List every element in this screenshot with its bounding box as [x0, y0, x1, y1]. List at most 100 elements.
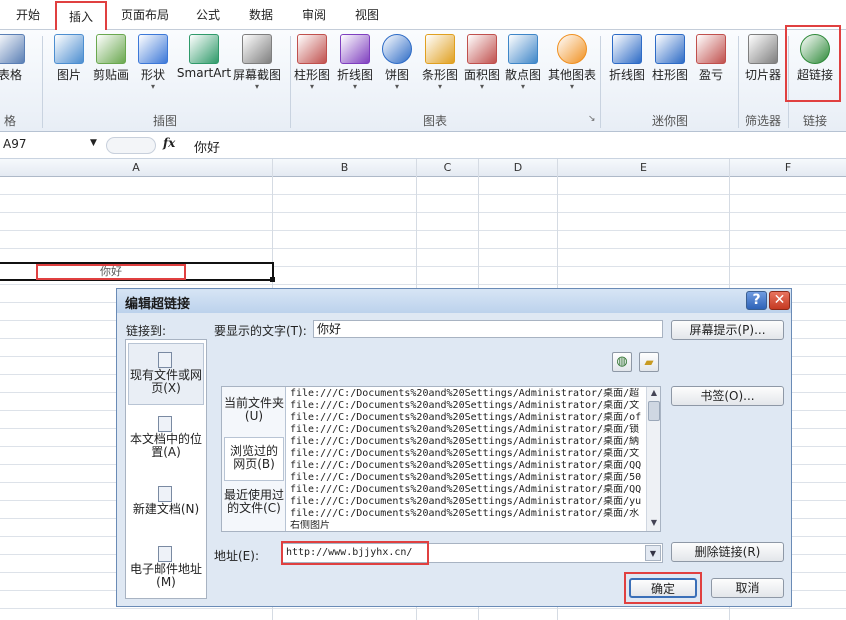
- new-document-icon: [158, 486, 172, 502]
- ribbon-button-line-chart[interactable]: 折线图 ▾: [334, 34, 376, 104]
- name-box[interactable]: A97: [0, 136, 102, 155]
- file-list-item[interactable]: 右侧图片: [290, 520, 644, 532]
- document-icon: [158, 416, 172, 432]
- file-list-item[interactable]: file:///C:/Documents%20and%20Settings/Ad…: [290, 508, 644, 520]
- nav-email-address[interactable]: 电子邮件地址(M): [128, 546, 204, 589]
- ribbon-button-smartart[interactable]: SmartArt: [174, 34, 234, 104]
- group-separator: [290, 36, 291, 128]
- ribbon-button-label: 剪贴画: [92, 68, 129, 82]
- ribbon-button-label: 柱形图: [293, 68, 330, 82]
- file-list-item[interactable]: file:///C:/Documents%20and%20Settings/Ad…: [290, 424, 644, 436]
- ribbon-button-pie-chart[interactable]: 饼图 ▾: [380, 34, 414, 104]
- file-list-scrollbar[interactable]: ▲ ▼: [646, 387, 660, 531]
- group-label-sparklines: 迷你图: [651, 114, 688, 128]
- tab-view[interactable]: 视图: [344, 0, 390, 30]
- formula-bar-resize-handle[interactable]: [106, 137, 156, 154]
- file-list-item[interactable]: file:///C:/Documents%20and%20Settings/Ad…: [290, 436, 644, 448]
- scroll-down-icon[interactable]: ▼: [647, 517, 661, 529]
- tab-page-layout[interactable]: 页面布局: [112, 0, 178, 30]
- tab-review[interactable]: 审阅: [291, 0, 337, 30]
- file-list-item[interactable]: file:///C:/Documents%20and%20Settings/Ad…: [290, 460, 644, 472]
- address-label: 地址(E):: [214, 549, 259, 563]
- link-to-label: 链接到:: [126, 324, 167, 338]
- bar-chart-icon: [425, 34, 455, 64]
- formula-input[interactable]: 你好: [194, 137, 220, 156]
- sparkline-column-icon: [655, 34, 685, 64]
- ribbon-button-area-chart[interactable]: 面积图 ▾: [460, 34, 504, 104]
- dropdown-arrow-icon: ▾: [394, 82, 399, 91]
- ribbon-button-table[interactable]: 表格: [0, 34, 30, 104]
- dropdown-arrow-icon: ▾: [520, 82, 525, 91]
- ribbon-button-clipart[interactable]: 剪贴画: [90, 34, 132, 104]
- scroll-thumb[interactable]: [648, 401, 660, 421]
- browse-web-icon[interactable]: ◍: [612, 352, 632, 372]
- chevron-down-icon[interactable]: ▼: [90, 138, 97, 148]
- tab-home[interactable]: 开始: [6, 0, 50, 30]
- nav-new-document[interactable]: 新建文档(N): [128, 486, 204, 516]
- group-label-links: 链接: [802, 114, 827, 128]
- group-separator: [600, 36, 601, 128]
- file-list[interactable]: file:///C:/Documents%20and%20Settings/Ad…: [290, 387, 644, 531]
- column-header-d[interactable]: D: [479, 159, 557, 177]
- file-list-item[interactable]: file:///C:/Documents%20and%20Settings/Ad…: [290, 448, 644, 460]
- file-list-item[interactable]: file:///C:/Documents%20and%20Settings/Ad…: [290, 412, 644, 424]
- column-header-b[interactable]: B: [273, 159, 416, 177]
- ribbon-button-other-chart[interactable]: 其他图表 ▾: [544, 34, 600, 104]
- ribbon-button-label: 折线图: [608, 68, 645, 82]
- remove-link-button[interactable]: 删除链接(R): [671, 542, 784, 562]
- ribbon-button-scatter-chart[interactable]: 散点图 ▾: [503, 34, 543, 104]
- ribbon-button-shapes[interactable]: 形状 ▾: [134, 34, 172, 104]
- ribbon-button-label: 散点图: [504, 68, 541, 82]
- file-list-item[interactable]: file:///C:/Documents%20and%20Settings/Ad…: [290, 400, 644, 412]
- file-list-item[interactable]: file:///C:/Documents%20and%20Settings/Ad…: [290, 496, 644, 508]
- screen-tip-button[interactable]: 屏幕提示(P)...: [671, 320, 784, 340]
- smartart-icon: [189, 34, 219, 64]
- ok-highlight: [624, 572, 702, 604]
- subnav-browsed-pages[interactable]: 浏览过的网页(B): [224, 437, 284, 481]
- subnav-current-folder[interactable]: 当前文件夹(U): [224, 397, 284, 423]
- nav-place-in-document[interactable]: 本文档中的位置(A): [128, 416, 204, 459]
- close-button[interactable]: ✕: [769, 291, 790, 310]
- ribbon-button-slicer[interactable]: 切片器: [740, 34, 786, 104]
- sparkline-winloss-icon: [696, 34, 726, 64]
- tab-insert[interactable]: 插入: [55, 1, 107, 32]
- bookmark-button[interactable]: 书签(O)...: [671, 386, 784, 406]
- ribbon-button-column-chart[interactable]: 柱形图 ▾: [292, 34, 332, 104]
- cancel-button[interactable]: 取消: [711, 578, 784, 598]
- column-header-a[interactable]: A: [0, 159, 272, 177]
- dialog-launcher-icon[interactable]: ↘: [588, 114, 598, 124]
- tab-formulas[interactable]: 公式: [185, 0, 231, 30]
- ribbon-button-label: 折线图: [336, 68, 373, 82]
- file-list-item[interactable]: file:///C:/Documents%20and%20Settings/Ad…: [290, 484, 644, 496]
- dialog-title-bar: 编辑超链接: [117, 289, 791, 313]
- slicer-icon: [748, 34, 778, 64]
- ribbon-button-picture[interactable]: 图片: [48, 34, 90, 104]
- subnav-recent-files[interactable]: 最近使用过的文件(C): [224, 489, 284, 515]
- browse-folder-icon[interactable]: ▰: [639, 352, 659, 372]
- column-header-c[interactable]: C: [417, 159, 478, 177]
- ribbon-button-screenshot[interactable]: 屏幕截图 ▾: [231, 34, 283, 104]
- picture-icon: [54, 34, 84, 64]
- column-header-e[interactable]: E: [558, 159, 729, 177]
- help-button[interactable]: ?: [746, 291, 767, 310]
- ribbon-button-sparkline-winloss[interactable]: 盈亏: [692, 34, 730, 104]
- nav-existing-file[interactable]: 现有文件或网页(X): [128, 352, 204, 395]
- group-label-charts: 图表: [422, 114, 447, 128]
- ribbon-button-bar-chart[interactable]: 条形图 ▾: [418, 34, 462, 104]
- formula-bar: A97 ▼ fx 你好: [0, 133, 846, 159]
- fx-icon[interactable]: fx: [163, 136, 175, 150]
- file-list-item[interactable]: file:///C:/Documents%20and%20Settings/Ad…: [290, 472, 644, 484]
- file-browser: 当前文件夹(U) 浏览过的网页(B) 最近使用过的文件(C) file:///C…: [221, 386, 661, 532]
- dialog-title: 编辑超链接: [125, 297, 191, 312]
- ribbon-button-sparkline-column[interactable]: 柱形图: [649, 34, 691, 104]
- column-header-f[interactable]: F: [730, 159, 846, 177]
- display-text-input[interactable]: 你好: [313, 320, 663, 338]
- tab-data[interactable]: 数据: [238, 0, 284, 30]
- file-list-item[interactable]: file:///C:/Documents%20and%20Settings/Ad…: [290, 388, 644, 400]
- fill-handle[interactable]: [270, 277, 275, 282]
- ribbon-button-sparkline-line[interactable]: 折线图: [604, 34, 650, 104]
- scroll-up-icon[interactable]: ▲: [647, 387, 661, 399]
- ribbon-button-label: 柱形图: [651, 68, 688, 82]
- pie-chart-icon: [382, 34, 412, 64]
- address-dropdown-icon[interactable]: ▼: [645, 545, 661, 561]
